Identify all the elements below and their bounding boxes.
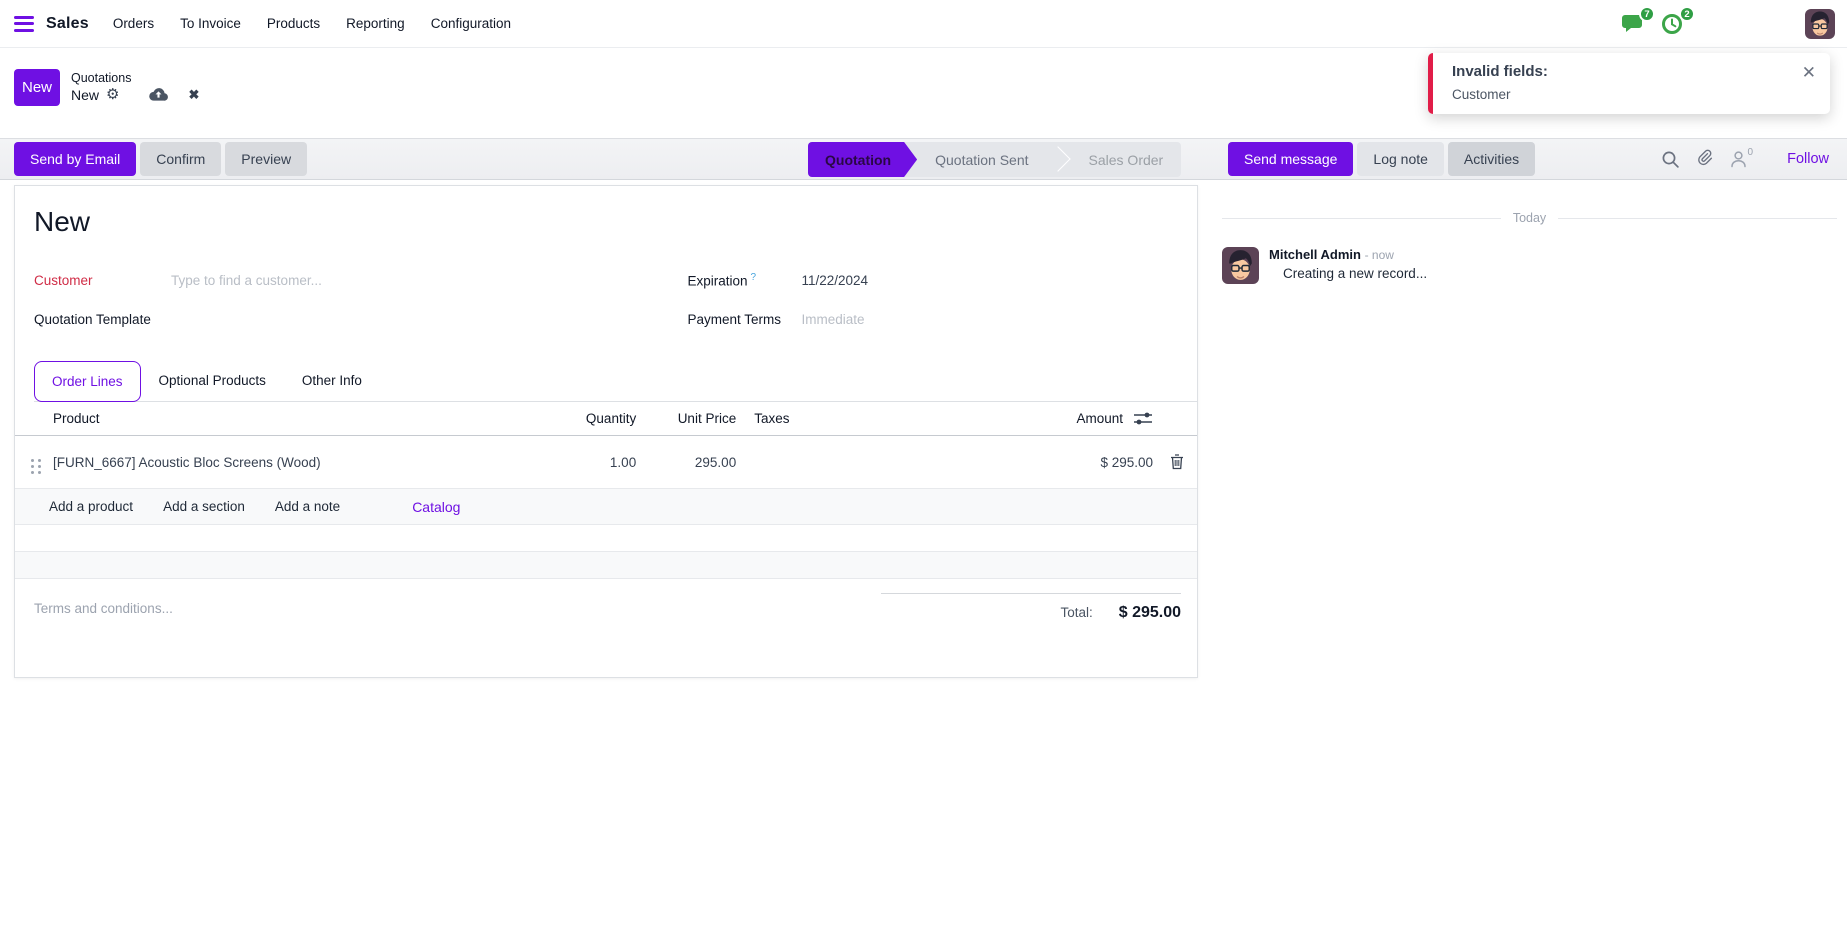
- message-time: - now: [1364, 248, 1394, 262]
- menu-reporting[interactable]: Reporting: [346, 16, 405, 31]
- status-bar: Quotation Quotation Sent Sales Order: [808, 142, 1182, 177]
- app-title[interactable]: Sales: [46, 15, 89, 33]
- add-section-link[interactable]: Add a section: [163, 499, 245, 514]
- record-title[interactable]: New: [34, 206, 1197, 238]
- save-cloud-icon[interactable]: [149, 87, 169, 102]
- empty-row: [15, 552, 1197, 579]
- avatar-image: [1805, 9, 1835, 39]
- send-by-email-button[interactable]: Send by Email: [14, 142, 137, 176]
- header-taxes: Taxes: [740, 402, 1001, 436]
- order-line-row: [FURN_6667] Acoustic Bloc Screens (Wood)…: [15, 435, 1197, 489]
- followers-icon[interactable]: 0: [1730, 147, 1754, 168]
- invalid-fields-toast: Invalid fields: Customer ✕: [1428, 53, 1830, 114]
- menu-to-invoice[interactable]: To Invoice: [180, 16, 241, 31]
- followers-count: 0: [1747, 147, 1754, 158]
- header-amount: Amount: [1000, 402, 1157, 436]
- apps-menu-icon[interactable]: [14, 15, 34, 32]
- notebook-tabs: Order Lines Optional Products Other Info: [34, 360, 1197, 402]
- total-label: Total:: [1060, 605, 1093, 620]
- catalog-link[interactable]: Catalog: [412, 499, 460, 515]
- tab-order-lines[interactable]: Order Lines: [34, 361, 141, 402]
- attachment-paperclip-icon[interactable]: [1696, 149, 1714, 169]
- send-message-button[interactable]: Send message: [1228, 142, 1354, 176]
- tab-optional-products[interactable]: Optional Products: [141, 360, 284, 401]
- toast-body: Customer: [1452, 87, 1511, 102]
- order-lines-table: Product Quantity Unit Price Taxes Amount: [15, 402, 1197, 489]
- navbar-systray: 7 2: [1621, 6, 1695, 36]
- delete-line-icon[interactable]: [1161, 454, 1193, 470]
- breadcrumb-parent[interactable]: Quotations: [71, 71, 199, 87]
- message-body: Creating a new record...: [1283, 266, 1428, 281]
- confirm-button[interactable]: Confirm: [140, 142, 222, 176]
- quotation-template-label: Quotation Template: [34, 312, 151, 327]
- toast-title: Invalid fields:: [1452, 63, 1548, 80]
- cell-unit-price[interactable]: 295.00: [640, 435, 741, 489]
- search-messages-icon[interactable]: [1661, 150, 1680, 169]
- preview-button[interactable]: Preview: [225, 142, 308, 176]
- follow-button[interactable]: Follow: [1787, 151, 1829, 167]
- cell-product[interactable]: [FURN_6667] Acoustic Bloc Screens (Wood): [49, 435, 561, 489]
- new-button[interactable]: New: [14, 68, 60, 106]
- table-header-row: Product Quantity Unit Price Taxes Amount: [15, 402, 1197, 436]
- help-icon[interactable]: ?: [751, 272, 757, 283]
- log-note-button[interactable]: Log note: [1357, 142, 1444, 176]
- line-actions-row: Add a product Add a section Add a note C…: [15, 489, 1197, 525]
- add-product-link[interactable]: Add a product: [49, 499, 133, 514]
- activities-badge: 2: [1679, 6, 1695, 22]
- total-value: $ 295.00: [1118, 604, 1181, 621]
- message-author[interactable]: Mitchell Admin: [1269, 247, 1361, 262]
- breadcrumb-bar: New Quotations New ⚙ ✖: [0, 58, 199, 116]
- messages-icon[interactable]: 7: [1621, 6, 1655, 36]
- payment-terms-label: Payment Terms: [687, 312, 782, 327]
- cell-amount: $ 295.00: [1000, 435, 1157, 489]
- add-note-link[interactable]: Add a note: [275, 499, 340, 514]
- status-quotation-sent[interactable]: Quotation Sent: [917, 142, 1046, 177]
- expiration-value[interactable]: 11/22/2024: [802, 273, 869, 288]
- main-menu: Orders To Invoice Products Reporting Con…: [113, 16, 511, 31]
- cell-taxes[interactable]: [740, 435, 1001, 489]
- sheet-footer: Terms and conditions... Total: $ 295.00: [15, 593, 1197, 622]
- drag-handle-icon[interactable]: [19, 459, 42, 474]
- discard-icon[interactable]: ✖: [188, 87, 199, 103]
- header-quantity: Quantity: [560, 402, 641, 436]
- menu-configuration[interactable]: Configuration: [431, 16, 511, 31]
- toast-close-icon[interactable]: ✕: [1802, 63, 1816, 83]
- activities-button[interactable]: Activities: [1447, 142, 1536, 176]
- header-product: Product: [49, 402, 561, 436]
- chatter-message: Mitchell Admin - now Creating a new reco…: [1222, 247, 1837, 284]
- activities-clock-icon[interactable]: 2: [1661, 6, 1695, 36]
- header-unit-price: Unit Price: [640, 402, 741, 436]
- totals-block: Total: $ 295.00: [881, 593, 1181, 622]
- quotation-form-sheet: New Customer Expiration? 11/22/2024 Quot…: [14, 185, 1198, 678]
- date-divider: Today: [1222, 211, 1837, 225]
- status-sales-order[interactable]: Sales Order: [1071, 142, 1182, 177]
- payment-terms-input[interactable]: Immediate: [802, 312, 865, 327]
- chatter-panel: Today Mitchell Admin - now Creating a ne…: [1222, 185, 1837, 284]
- chevron-separator-icon: [1047, 142, 1071, 177]
- messages-badge: 7: [1639, 6, 1655, 22]
- terms-input[interactable]: Terms and conditions...: [15, 593, 881, 622]
- menu-orders[interactable]: Orders: [113, 16, 154, 31]
- chatter-toolbar: Send message Log note Activities 0 Follo…: [1228, 142, 1829, 176]
- empty-row: [15, 525, 1197, 552]
- optional-columns-icon[interactable]: [1133, 411, 1153, 426]
- avatar-image: [1222, 247, 1259, 284]
- cell-quantity[interactable]: 1.00: [560, 435, 641, 489]
- menu-products[interactable]: Products: [267, 16, 320, 31]
- form-fields: Customer Expiration? 11/22/2024 Quotatio…: [34, 262, 1197, 338]
- message-avatar[interactable]: [1222, 247, 1259, 284]
- customer-input[interactable]: [171, 273, 451, 288]
- breadcrumb-current: New: [71, 86, 100, 103]
- tab-other-info[interactable]: Other Info: [284, 360, 380, 401]
- user-avatar[interactable]: [1805, 9, 1835, 39]
- gear-icon[interactable]: ⚙: [106, 87, 119, 102]
- action-bar: Send by Email Confirm Preview Quotation …: [0, 138, 1847, 180]
- expiration-label: Expiration?: [687, 272, 757, 289]
- breadcrumb: Quotations New ⚙ ✖: [71, 71, 199, 103]
- customer-label: Customer: [34, 273, 93, 288]
- top-navbar: Sales Orders To Invoice Products Reporti…: [0, 0, 1847, 48]
- status-quotation[interactable]: Quotation: [808, 142, 917, 177]
